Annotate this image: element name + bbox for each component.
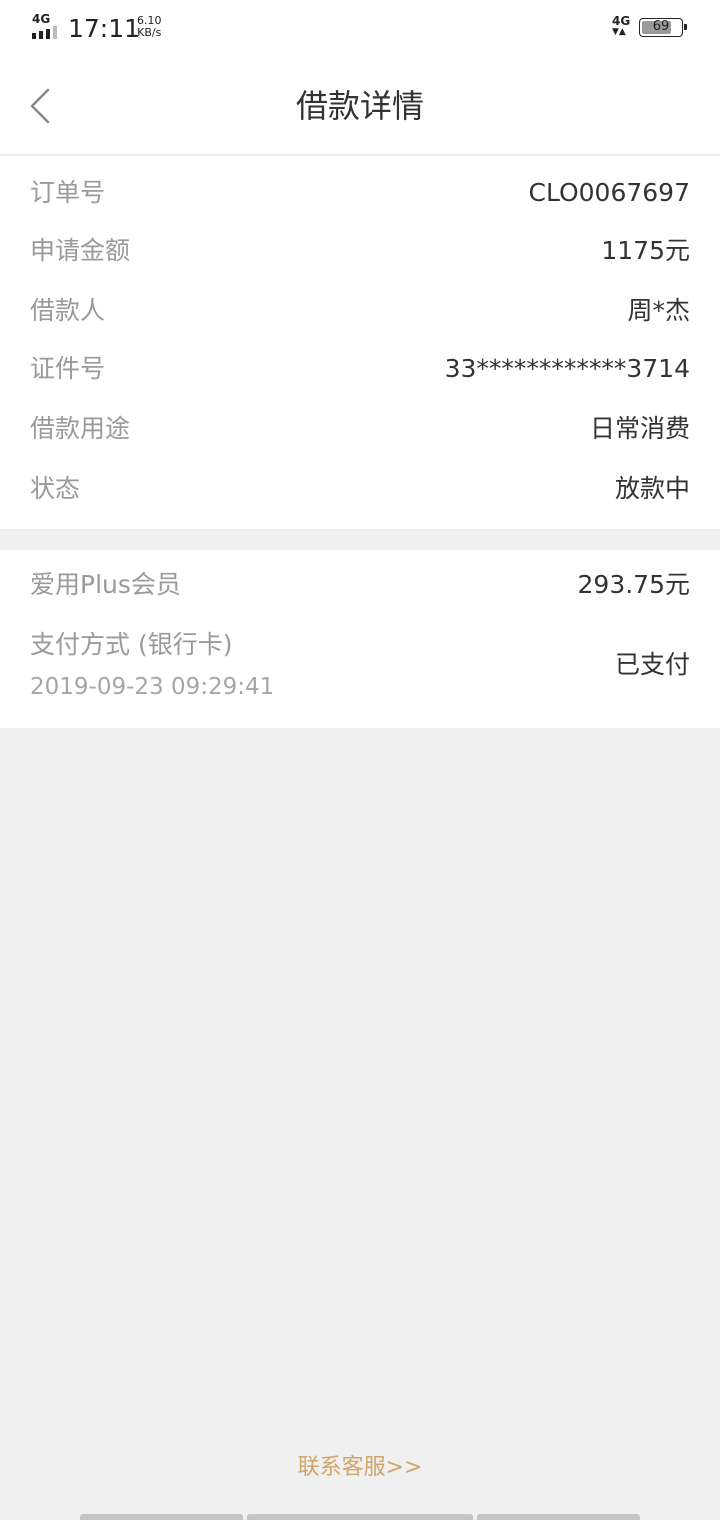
apply-amount-label: 申请金额 bbox=[30, 236, 131, 265]
top-nav-bar: 借款详情 bbox=[0, 56, 720, 156]
order-number-value: CLO0067697 bbox=[528, 178, 690, 207]
bottom-gesture-bars bbox=[0, 1514, 720, 1520]
network-speed: 6.10 KB/s bbox=[137, 15, 162, 39]
order-number-label: 订单号 bbox=[30, 178, 106, 207]
page-title: 借款详情 bbox=[295, 87, 424, 125]
payment-method-label: 支付方式 (银行卡) bbox=[30, 630, 233, 659]
borrower-value: 周*杰 bbox=[627, 296, 690, 325]
id-number-value: 33************3714 bbox=[444, 354, 690, 383]
speed-unit: KB/s bbox=[137, 26, 162, 39]
membership-payment-card: 爱用Plus会员 293.75元 支付方式 (银行卡) 2019-09-23 0… bbox=[0, 550, 720, 728]
cellular-signal-icon: 4G bbox=[32, 13, 62, 41]
plus-member-label: 爱用Plus会员 bbox=[30, 570, 181, 599]
plus-member-price: 293.75元 bbox=[577, 570, 690, 599]
data-activity-icon: 4G ▼▲ bbox=[612, 14, 631, 37]
status-label: 状态 bbox=[30, 474, 81, 503]
payment-status: 已支付 bbox=[614, 650, 690, 679]
clock: 17:11 bbox=[68, 14, 141, 43]
gesture-bar-right[interactable] bbox=[477, 1514, 640, 1520]
payment-time: 2019-09-23 09:29:41 bbox=[30, 674, 275, 700]
network-type-label: 4G bbox=[32, 12, 51, 26]
battery-icon: 69 bbox=[639, 18, 687, 37]
apply-amount-value: 1175元 bbox=[601, 236, 690, 265]
status-bar: 4G 17:11 6.10 KB/s 4G ▼▲ 69 bbox=[0, 0, 720, 56]
loan-purpose-label: 借款用途 bbox=[30, 414, 131, 443]
gesture-bar-left[interactable] bbox=[80, 1514, 243, 1520]
status-value: 放款中 bbox=[614, 474, 690, 503]
id-number-label: 证件号 bbox=[30, 354, 106, 383]
battery-level: 69 bbox=[652, 19, 670, 34]
gesture-bar-center[interactable] bbox=[247, 1514, 473, 1520]
borrower-label: 借款人 bbox=[30, 296, 106, 325]
loan-purpose-value: 日常消费 bbox=[589, 414, 690, 443]
loan-detail-card: 订单号 CLO0067697 申请金额 1175元 借款人 周*杰 证件号 33… bbox=[0, 156, 720, 529]
network-type-label-right: 4G bbox=[612, 14, 631, 28]
contact-customer-service-link[interactable]: 联系客服>> bbox=[0, 1453, 720, 1483]
